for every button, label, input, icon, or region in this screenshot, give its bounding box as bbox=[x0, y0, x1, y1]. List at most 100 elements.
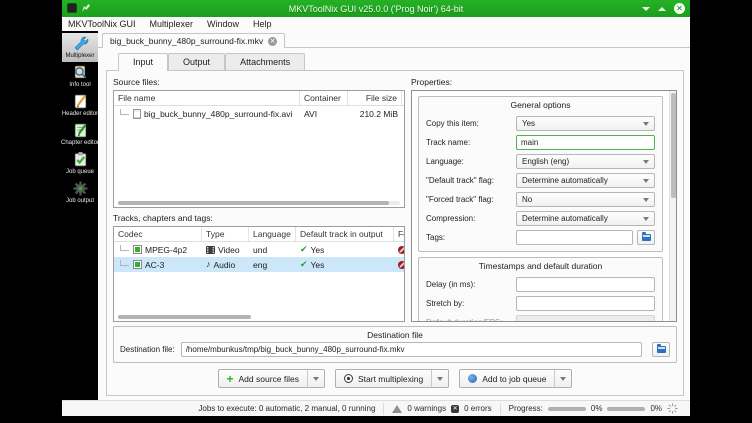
group-title: Destination file bbox=[120, 327, 670, 342]
scrollbar-thumb[interactable] bbox=[671, 93, 676, 198]
chevron-down-icon bbox=[437, 377, 443, 381]
tab-attachments[interactable]: Attachments bbox=[225, 53, 305, 70]
tab-output[interactable]: Output bbox=[168, 53, 225, 70]
stretch-by-input[interactable] bbox=[516, 296, 655, 311]
source-files-table: File name Container File size Directory bbox=[113, 90, 405, 208]
scrollbar-thumb[interactable] bbox=[118, 315, 251, 319]
sidebar-item-header-editor[interactable]: Header editor bbox=[62, 91, 98, 120]
horizontal-scrollbar[interactable] bbox=[118, 315, 251, 319]
forced-track-flag-select[interactable]: No bbox=[516, 192, 655, 207]
col-forced-track[interactable]: Forced track bbox=[394, 227, 405, 241]
progress-status: Progress: 0% 0% bbox=[500, 403, 686, 415]
table-row[interactable]: big_buck_bunny_480p_surround-fix.avi AVI… bbox=[114, 106, 404, 121]
pin-icon bbox=[82, 4, 90, 12]
col-container[interactable]: Container bbox=[300, 91, 348, 105]
video-icon bbox=[206, 246, 215, 254]
destination-file-input[interactable] bbox=[181, 342, 642, 357]
add-source-files-button[interactable]: +Add source files bbox=[218, 369, 326, 388]
add-to-job-queue-button[interactable]: Add to job queue bbox=[459, 369, 572, 388]
col-codec[interactable]: Codec bbox=[114, 227, 202, 241]
tracks-label: Tracks, chapters and tags: bbox=[113, 208, 405, 226]
default-track-text: Yes bbox=[311, 245, 325, 255]
jobs-status: Jobs to execute: 0 automatic, 2 manual, … bbox=[190, 403, 383, 415]
input-tabs: Input Output Attachments bbox=[106, 53, 684, 70]
vertical-scrollbar[interactable] bbox=[669, 91, 676, 321]
default-duration-label: Default duration/FPS: bbox=[426, 318, 510, 321]
track-checkbox[interactable] bbox=[133, 260, 142, 269]
col-default-track[interactable]: Default track in output bbox=[296, 227, 394, 241]
warning-icon bbox=[392, 405, 402, 413]
scrollbar-thumb[interactable] bbox=[118, 201, 389, 205]
forced-track-flag-label: "Forced track" flag: bbox=[426, 195, 510, 204]
default-track-text: Yes bbox=[311, 260, 325, 270]
group-title: General options bbox=[419, 97, 662, 112]
delay-input[interactable] bbox=[516, 277, 655, 292]
cell-file-size: 210.2 MiB bbox=[348, 109, 402, 119]
menu-window[interactable]: Window bbox=[207, 19, 239, 29]
progress-label: Progress: bbox=[509, 404, 543, 413]
file-tab[interactable]: big_buck_bunny_480p_surround-fix.mkv ✕ bbox=[102, 33, 285, 48]
col-directory[interactable]: Directory bbox=[402, 91, 405, 105]
track-row-video[interactable]: MPEG-4p2 Video und ✔ Yes bbox=[114, 242, 404, 257]
minimize-icon[interactable] bbox=[642, 7, 650, 11]
copy-item-select[interactable]: Yes bbox=[516, 116, 655, 131]
group-title: Timestamps and default duration bbox=[419, 258, 662, 273]
track-checkbox[interactable] bbox=[133, 245, 142, 254]
titlebar-icons bbox=[67, 3, 90, 13]
cell-type: Video bbox=[202, 245, 249, 255]
add-source-files-dropdown[interactable] bbox=[307, 370, 324, 387]
track-name-input[interactable] bbox=[516, 135, 655, 150]
compression-select[interactable]: Determine automatically bbox=[516, 211, 655, 226]
audio-note-icon: ♪ bbox=[206, 260, 211, 269]
titlebar[interactable]: MKVToolNix GUI v25.0.0 ('Prog Noir') 64-… bbox=[62, 0, 690, 17]
properties-panel: General options Copy this item: Yes Trac… bbox=[411, 90, 677, 322]
menu-help[interactable]: Help bbox=[253, 19, 272, 29]
sidebar-item-chapter-editor[interactable]: Chapter editor bbox=[62, 120, 98, 149]
stretch-by-label: Stretch by: bbox=[426, 299, 510, 308]
destination-browse-button[interactable] bbox=[652, 342, 670, 357]
file-tab-bar: big_buck_bunny_480p_surround-fix.mkv ✕ bbox=[98, 31, 690, 48]
magnifier-document-icon bbox=[72, 64, 89, 81]
default-duration-select bbox=[516, 315, 655, 321]
chevron-down-icon bbox=[560, 377, 566, 381]
cell-type: ♪ Audio bbox=[202, 260, 249, 270]
close-icon[interactable]: ✕ bbox=[674, 3, 685, 14]
col-type[interactable]: Type bbox=[202, 227, 249, 241]
window-controls: ✕ bbox=[642, 0, 685, 17]
start-multiplexing-dropdown[interactable] bbox=[431, 370, 448, 387]
file-tab-close-icon[interactable]: ✕ bbox=[268, 37, 277, 46]
default-track-flag-select[interactable]: Determine automatically bbox=[516, 173, 655, 188]
app-icon bbox=[67, 3, 77, 13]
maximize-icon[interactable] bbox=[658, 7, 666, 11]
language-select[interactable]: English (eng) bbox=[516, 154, 655, 169]
menu-mkvtoolnix-gui[interactable]: MKVToolNix GUI bbox=[68, 19, 136, 29]
properties-scroll-area: General options Copy this item: Yes Trac… bbox=[412, 91, 669, 321]
action-buttons: +Add source files Start multiplexing Add… bbox=[113, 363, 677, 392]
tags-browse-button[interactable] bbox=[637, 230, 655, 245]
col-language[interactable]: Language bbox=[249, 227, 296, 241]
col-file-name[interactable]: File name bbox=[114, 91, 300, 105]
chevron-down-icon bbox=[643, 160, 649, 164]
sidebar-item-info-tool[interactable]: Info tool bbox=[62, 62, 98, 91]
sidebar-item-job-output[interactable]: Job output bbox=[62, 178, 98, 207]
tree-branch bbox=[120, 260, 129, 266]
properties-label: Properties: bbox=[411, 75, 677, 90]
track-row-audio[interactable]: AC-3 ♪ Audio eng ✔ Yes bbox=[114, 257, 404, 272]
file-tab-label: big_buck_bunny_480p_surround-fix.mkv bbox=[110, 36, 263, 46]
error-icon: ✕ bbox=[451, 405, 459, 413]
horizontal-scrollbar[interactable] bbox=[118, 201, 400, 205]
default-track-flag-label: "Default track" flag: bbox=[426, 176, 510, 185]
tab-input[interactable]: Input bbox=[118, 53, 168, 71]
progress-percent-1: 0% bbox=[591, 404, 603, 413]
tags-input[interactable] bbox=[516, 230, 633, 245]
app-window: MKVToolNix GUI v25.0.0 ('Prog Noir') 64-… bbox=[62, 0, 690, 416]
wrench-icon bbox=[72, 35, 89, 52]
add-to-job-queue-dropdown[interactable] bbox=[554, 370, 571, 387]
col-file-size[interactable]: File size bbox=[348, 91, 402, 105]
chevron-down-icon bbox=[643, 217, 649, 221]
start-multiplexing-button[interactable]: Start multiplexing bbox=[335, 369, 449, 388]
menu-multiplexer[interactable]: Multiplexer bbox=[150, 19, 194, 29]
sidebar-item-multiplexer[interactable]: Multiplexer bbox=[62, 33, 98, 62]
type-text: Video bbox=[218, 245, 240, 255]
sidebar-item-job-queue[interactable]: Job queue bbox=[62, 149, 98, 178]
